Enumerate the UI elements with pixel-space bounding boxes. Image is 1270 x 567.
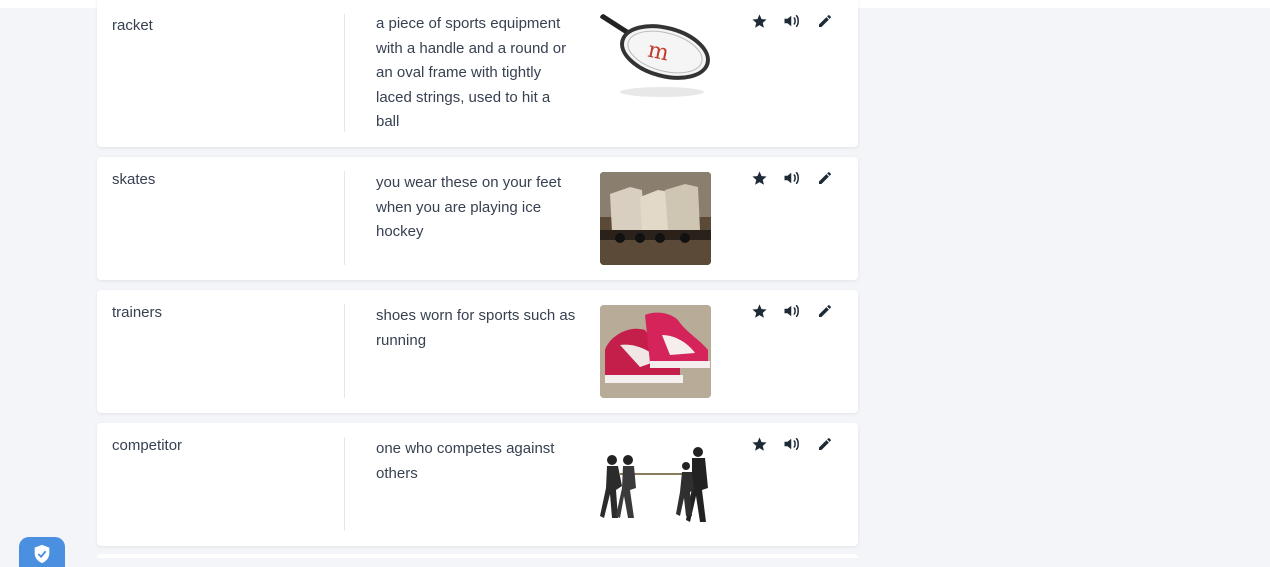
card-word: competitor bbox=[112, 437, 183, 454]
pencil-icon[interactable] bbox=[815, 168, 835, 188]
pencil-icon[interactable] bbox=[815, 11, 835, 31]
card-definition: one who competes against others bbox=[376, 440, 555, 482]
star-icon[interactable] bbox=[749, 168, 769, 188]
speaker-icon[interactable] bbox=[782, 168, 802, 188]
shield-badge-button[interactable] bbox=[19, 537, 65, 567]
speaker-icon[interactable] bbox=[782, 11, 802, 31]
shield-icon bbox=[34, 544, 50, 564]
trainers-image bbox=[600, 305, 711, 398]
card-actions bbox=[749, 11, 835, 31]
card-definition: you wear these on your feet when you are… bbox=[376, 174, 562, 240]
card-divider bbox=[344, 437, 345, 531]
competitor-image bbox=[600, 438, 711, 531]
card-word: racket bbox=[112, 17, 153, 34]
card-word: trainers bbox=[112, 304, 163, 321]
card-divider bbox=[344, 14, 345, 132]
vocabulary-card: competitor one who competes against othe… bbox=[97, 423, 858, 546]
pencil-icon[interactable] bbox=[815, 301, 835, 321]
speaker-icon[interactable] bbox=[782, 434, 802, 454]
card-actions bbox=[749, 301, 835, 321]
card-actions bbox=[749, 434, 835, 454]
vocabulary-card: skates you wear these on your feet when … bbox=[97, 157, 858, 280]
card-divider bbox=[344, 171, 345, 265]
card-divider bbox=[344, 304, 345, 398]
speaker-icon[interactable] bbox=[782, 301, 802, 321]
star-icon[interactable] bbox=[749, 434, 769, 454]
vocabulary-card: trainers shoes worn for sports such as r… bbox=[97, 290, 858, 413]
card-definition: shoes worn for sports such as running bbox=[376, 307, 576, 349]
racket-image: m bbox=[600, 14, 711, 104]
next-card-edge bbox=[97, 554, 858, 558]
star-icon[interactable] bbox=[749, 11, 769, 31]
card-actions bbox=[749, 168, 835, 188]
card-definition: a piece of sports equipment with a handl… bbox=[376, 15, 567, 130]
vocabulary-card: racket a piece of sports equipment with … bbox=[97, 0, 858, 147]
star-icon[interactable] bbox=[749, 301, 769, 321]
skates-image bbox=[600, 172, 711, 265]
pencil-icon[interactable] bbox=[815, 434, 835, 454]
card-word: skates bbox=[112, 171, 156, 188]
